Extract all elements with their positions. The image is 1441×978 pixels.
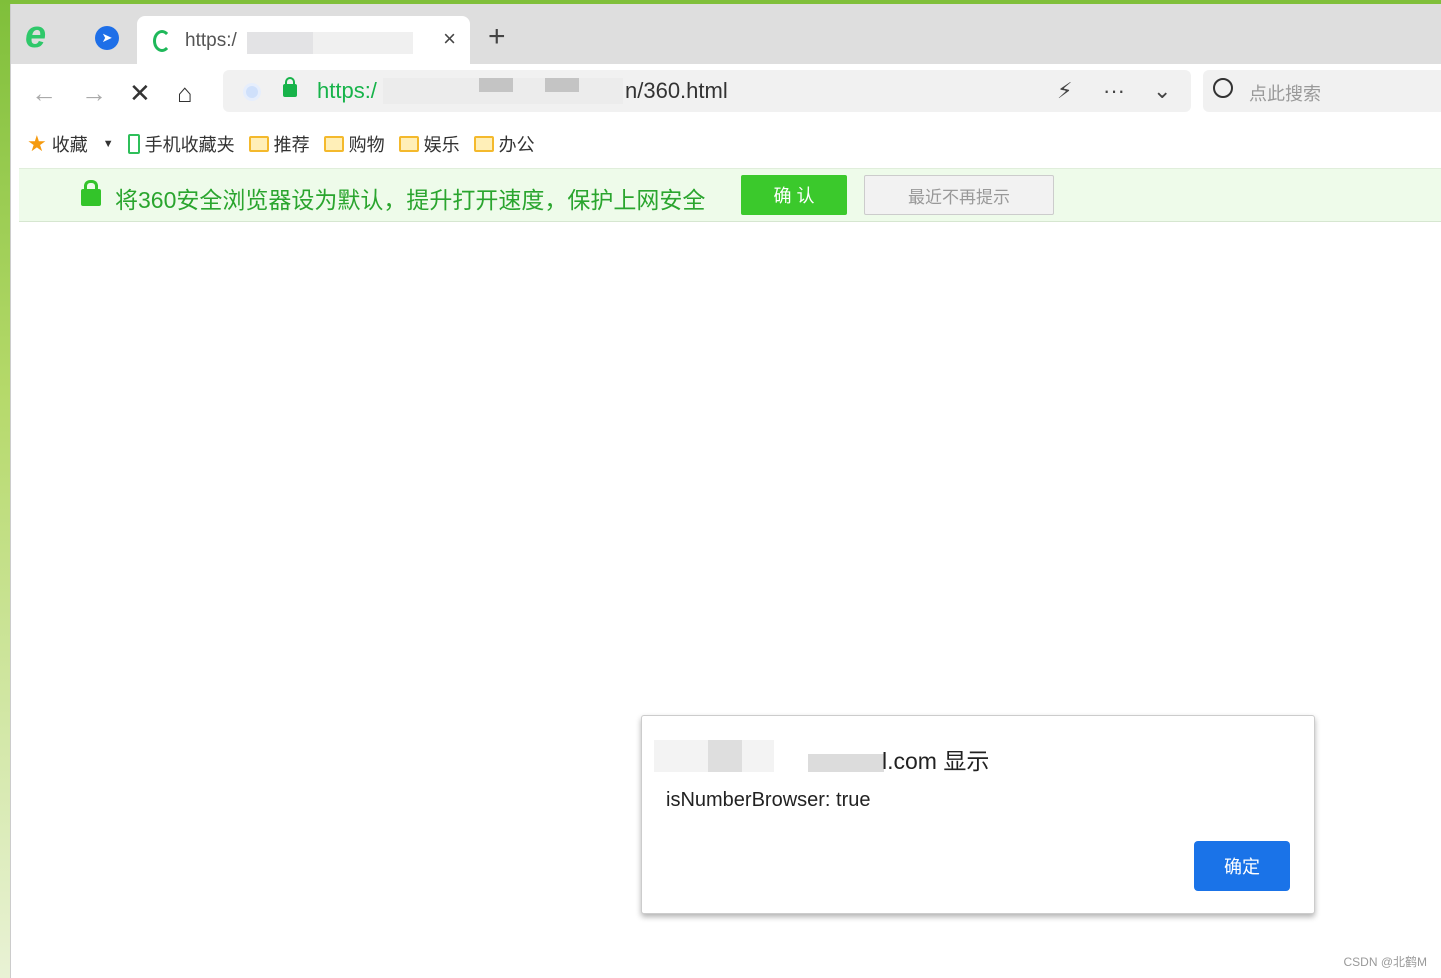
stop-icon[interactable]: ✕: [129, 78, 151, 109]
back-icon[interactable]: ←: [31, 78, 57, 109]
url-prefix: https:/: [317, 78, 377, 103]
tab-active[interactable]: https:/ ×: [137, 16, 470, 66]
browser-logo-icon[interactable]: e: [25, 14, 46, 57]
bookmark-label: 手机收藏夹: [144, 135, 235, 155]
bookmarks-bar: ★ 收藏 ▼ 手机收藏夹 推荐 购物 娱乐 办公: [11, 120, 1441, 168]
bookmark-label: 办公: [498, 135, 535, 155]
ok-button[interactable]: 确定: [1194, 841, 1290, 891]
dialog-message: isNumberBrowser: true: [666, 789, 871, 811]
folder-icon: [323, 136, 344, 152]
site-info-icon[interactable]: [243, 83, 261, 101]
bookmark-folder[interactable]: 购物: [323, 131, 385, 157]
lock-icon: [81, 180, 101, 206]
more-icon[interactable]: ···: [1103, 78, 1125, 104]
bookmark-label: 购物: [348, 135, 385, 155]
search-placeholder: 点此搜索: [1249, 84, 1321, 104]
notice-message: 将360安全浏览器设为默认，提升打开速度，保护上网安全: [115, 187, 706, 213]
folder-icon: [248, 136, 269, 152]
bookmark-folder[interactable]: 办公: [473, 131, 535, 157]
url-suffix: n/360.html: [625, 78, 728, 103]
navigation-arrow-icon[interactable]: ➤: [95, 26, 119, 50]
bookmark-mobile[interactable]: 手机收藏夹: [127, 131, 235, 157]
bookmark-folder[interactable]: 娱乐: [398, 131, 460, 157]
redacted-block: [708, 740, 742, 772]
loading-spinner-icon: [153, 30, 171, 52]
redacted-block: [247, 32, 313, 54]
star-icon: ★: [27, 131, 47, 156]
dismiss-button[interactable]: 最近不再提示: [864, 175, 1054, 215]
bookmark-favorites[interactable]: ★ 收藏 ▼: [27, 131, 114, 157]
redacted-block: [545, 78, 579, 92]
address-bar[interactable]: https:/ n/360.html ⚡ ··· ⌄: [223, 70, 1191, 112]
tab-title: https:/: [185, 30, 237, 51]
redacted-block: [808, 754, 884, 772]
alert-dialog: l.com 显示 isNumberBrowser: true 确定: [641, 715, 1315, 914]
bookmark-label: 推荐: [273, 135, 310, 155]
folder-icon: [473, 136, 494, 152]
bookmark-label: 娱乐: [423, 135, 460, 155]
confirm-button[interactable]: 确 认: [741, 175, 847, 215]
close-tab-icon[interactable]: ×: [443, 26, 456, 52]
bookmark-folder[interactable]: 推荐: [248, 131, 310, 157]
folder-icon: [398, 136, 419, 152]
new-tab-button[interactable]: +: [488, 20, 506, 54]
chevron-down-icon[interactable]: ⌄: [1153, 78, 1171, 104]
redacted-block: [479, 78, 513, 92]
toolbar: ← → ✕ ⌂ https:/ n/360.html ⚡ ··· ⌄ 点此搜索: [11, 64, 1441, 120]
phone-icon: [127, 134, 140, 154]
redacted-block: [313, 32, 413, 54]
search-box[interactable]: 点此搜索: [1203, 70, 1441, 112]
home-icon[interactable]: ⌂: [177, 78, 193, 109]
lightning-icon[interactable]: ⚡: [1057, 78, 1072, 104]
dialog-title: l.com 显示: [882, 748, 990, 774]
watermark: CSDN @北鹤M: [1343, 955, 1427, 969]
tab-bar: e ➤ https:/ × +: [11, 4, 1441, 66]
search-icon: [1213, 78, 1233, 98]
default-browser-notice: 将360安全浏览器设为默认，提升打开速度，保护上网安全 确 认 最近不再提示: [19, 168, 1441, 222]
forward-icon[interactable]: →: [81, 78, 107, 109]
dropdown-icon[interactable]: ▼: [103, 138, 114, 150]
lock-icon: [283, 77, 297, 97]
bookmark-label: 收藏: [51, 135, 88, 155]
